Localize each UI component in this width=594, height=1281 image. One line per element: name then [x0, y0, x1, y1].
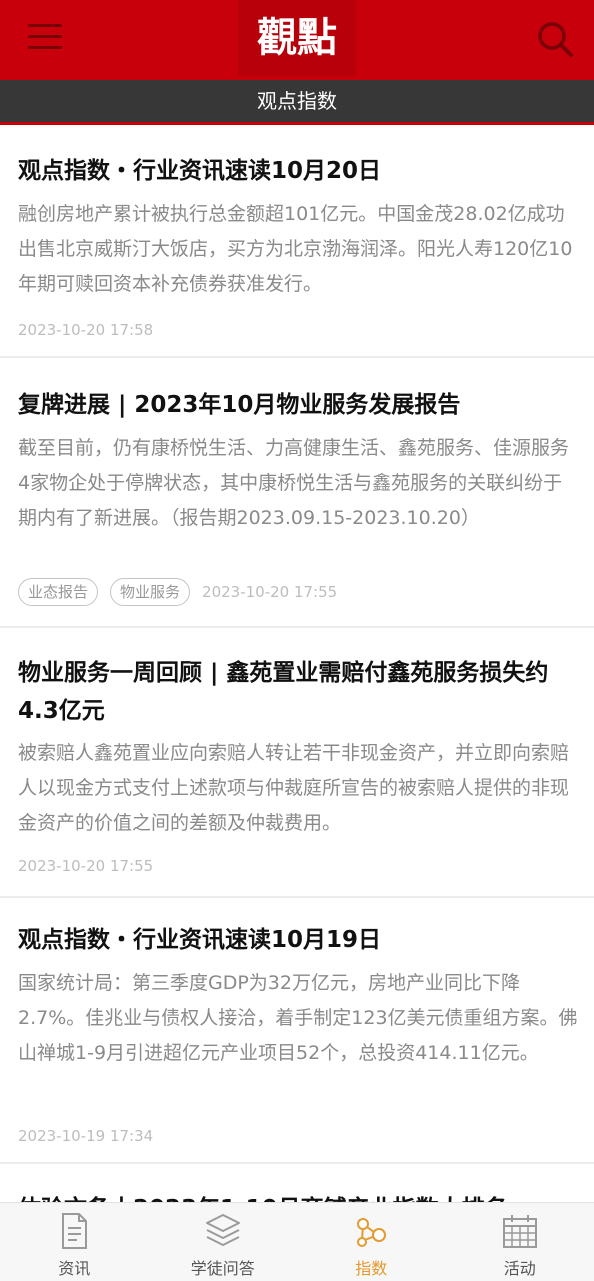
- network-nodes-icon: [352, 1211, 390, 1251]
- article-summary: 融创房地产累计被执行总金额超101亿元。中国金茂28.02亿成功出售北京威斯汀大…: [18, 197, 578, 302]
- article-item[interactable]: 观点指数・行业资讯速读10月19日 国家统计局：第三季度GDP为32万亿元，房地…: [0, 898, 594, 1164]
- tab-label: 指数: [297, 1255, 446, 1279]
- article-title[interactable]: 物业服务一周回顾 | 鑫苑置业需赔付鑫苑服务损失约4.3亿元: [18, 654, 576, 730]
- article-title[interactable]: 观点指数・行业资讯速读10月20日: [18, 152, 576, 190]
- article-item[interactable]: 观点指数・行业资讯速读10月20日 融创房地产累计被执行总金额超101亿元。中国…: [0, 125, 594, 358]
- article-title[interactable]: 复牌进展 | 2023年10月物业服务发展报告: [18, 386, 576, 424]
- tab-label: 活动: [446, 1255, 594, 1279]
- tag-business-report[interactable]: 业态报告: [18, 578, 98, 606]
- tab-events[interactable]: 活动: [446, 1203, 594, 1281]
- article-date: 2023-10-20 17:55: [18, 857, 153, 875]
- section-title-bar: 观点指数: [0, 80, 594, 125]
- tab-index[interactable]: 指数: [297, 1203, 446, 1281]
- calendar-icon: [501, 1211, 539, 1251]
- article-summary: 截至目前，仍有康桥悦生活、力高健康生活、鑫苑服务、佳源服务4家物企处于停牌状态，…: [18, 431, 578, 536]
- article-item[interactable]: 复牌进展 | 2023年10月物业服务发展报告 截至目前，仍有康桥悦生活、力高健…: [0, 358, 594, 628]
- tab-qa[interactable]: 学徒问答: [149, 1203, 298, 1281]
- article-summary: 国家统计局：第三季度GDP为32万亿元，房地产业同比下降2.7%。佳兆业与债权人…: [18, 966, 578, 1071]
- app-logo: 觀點: [238, 0, 356, 76]
- article-meta: 2023-10-20 17:58: [18, 315, 153, 345]
- article-list: 观点指数・行业资讯速读10月20日 融创房地产累计被执行总金额超101亿元。中国…: [0, 125, 594, 1226]
- article-title[interactable]: 观点指数・行业资讯速读10月19日: [18, 921, 576, 959]
- bottom-tab-bar: 资讯 学徒问答 指数 活动: [0, 1202, 594, 1281]
- search-icon[interactable]: [534, 18, 576, 60]
- article-date: 2023-10-20 17:55: [202, 583, 337, 601]
- article-item[interactable]: 物业服务一周回顾 | 鑫苑置业需赔付鑫苑服务损失约4.3亿元 被索赔人鑫苑置业应…: [0, 628, 594, 898]
- layers-icon: [204, 1211, 242, 1251]
- article-date: 2023-10-19 17:34: [18, 1127, 153, 1145]
- tab-news[interactable]: 资讯: [0, 1203, 149, 1281]
- top-bar: 觀點: [0, 0, 594, 80]
- tab-label: 资讯: [0, 1255, 149, 1279]
- article-date: 2023-10-20 17:58: [18, 321, 153, 339]
- hamburger-menu-icon[interactable]: [28, 24, 62, 54]
- article-summary: 被索赔人鑫苑置业应向索赔人转让若干非现金资产，并立即向索赔人以现金方式支付上述款…: [18, 736, 578, 841]
- article-meta: 2023-10-19 17:34: [18, 1121, 153, 1151]
- document-icon: [55, 1211, 93, 1251]
- article-meta: 业态报告 物业服务 2023-10-20 17:55: [18, 577, 337, 607]
- article-meta: 2023-10-20 17:55: [18, 851, 153, 881]
- tag-property-service[interactable]: 物业服务: [110, 578, 190, 606]
- tab-label: 学徒问答: [149, 1255, 298, 1279]
